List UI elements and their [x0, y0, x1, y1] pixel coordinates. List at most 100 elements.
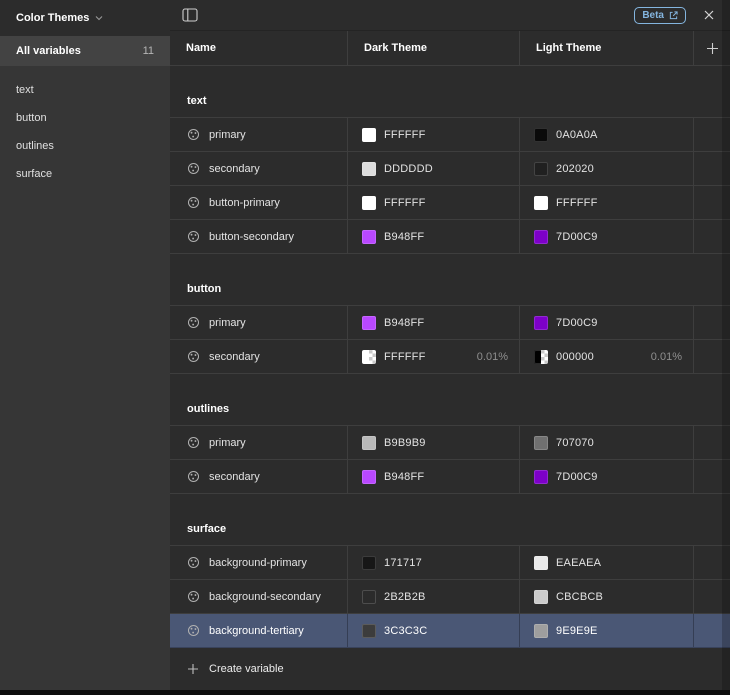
hex-value: B948FF — [384, 316, 425, 329]
color-swatch[interactable] — [534, 555, 548, 570]
color-swatch[interactable] — [362, 469, 376, 484]
color-swatch[interactable] — [362, 555, 376, 570]
light-theme-cell[interactable]: FFFFFF — [519, 186, 693, 219]
variable-name: secondary — [209, 350, 260, 363]
dark-theme-cell[interactable]: FFFFFF — [347, 118, 519, 151]
variable-name-cell[interactable]: secondary — [170, 340, 347, 373]
color-swatch[interactable] — [362, 315, 376, 330]
dark-theme-cell[interactable]: 171717 — [347, 546, 519, 579]
beta-badge[interactable]: Beta — [634, 6, 686, 24]
color-swatch[interactable] — [534, 229, 548, 244]
light-theme-cell[interactable]: EAEAEA — [519, 546, 693, 579]
column-header-dark-theme[interactable]: Dark Theme — [347, 31, 519, 65]
variable-name-cell[interactable]: secondary — [170, 460, 347, 493]
color-variable-icon — [187, 470, 200, 483]
toggle-sidebar-button[interactable] — [179, 4, 201, 26]
section-header-button: button — [170, 254, 730, 306]
variable-name-cell[interactable]: primary — [170, 426, 347, 459]
sidebar-item-button[interactable]: button — [0, 104, 170, 132]
close-icon[interactable] — [698, 4, 720, 26]
color-swatch[interactable] — [362, 195, 376, 210]
dark-theme-cell[interactable]: B9B9B9 — [347, 426, 519, 459]
light-theme-cell[interactable]: 7D00C9 — [519, 460, 693, 493]
dark-theme-cell[interactable]: 2B2B2B — [347, 580, 519, 613]
table-row[interactable]: primary B9B9B9 707070 — [170, 426, 730, 460]
dark-theme-cell[interactable]: FFFFFF — [347, 186, 519, 219]
color-swatch[interactable] — [534, 315, 548, 330]
color-swatch[interactable] — [534, 349, 548, 364]
color-swatch[interactable] — [534, 195, 548, 210]
color-swatch[interactable] — [362, 435, 376, 450]
variable-name-cell[interactable]: primary — [170, 118, 347, 151]
variable-name-cell[interactable]: button-secondary — [170, 220, 347, 253]
sidebar-item-outlines[interactable]: outlines — [0, 132, 170, 160]
light-theme-cell[interactable]: CBCBCB — [519, 580, 693, 613]
hex-value: B948FF — [384, 470, 425, 483]
variable-name-cell[interactable]: background-tertiary — [170, 614, 347, 647]
light-theme-cell[interactable]: 9E9E9E — [519, 614, 693, 647]
dark-theme-cell[interactable]: B948FF — [347, 306, 519, 339]
add-mode-button[interactable] — [693, 31, 730, 65]
variable-name-cell[interactable]: background-primary — [170, 546, 347, 579]
variable-name: background-tertiary — [209, 624, 304, 637]
table-row[interactable]: button-secondary B948FF 7D00C9 — [170, 220, 730, 254]
collection-selector[interactable]: Color Themes — [0, 0, 170, 36]
dark-theme-cell[interactable]: DDDDDD — [347, 152, 519, 185]
table-row[interactable]: background-primary 171717 EAEAEA — [170, 546, 730, 580]
dark-theme-cell[interactable]: FFFFFF 0.01% — [347, 340, 519, 373]
color-swatch[interactable] — [362, 623, 376, 638]
color-swatch[interactable] — [534, 469, 548, 484]
dark-theme-cell[interactable]: B948FF — [347, 460, 519, 493]
light-theme-cell[interactable]: 000000 0.01% — [519, 340, 693, 373]
color-swatch[interactable] — [534, 623, 548, 638]
light-theme-cell[interactable]: 707070 — [519, 426, 693, 459]
table-row[interactable]: button-primary FFFFFF FFFFFF — [170, 186, 730, 220]
sidebar-item-surface[interactable]: surface — [0, 160, 170, 188]
dark-theme-cell[interactable]: 3C3C3C — [347, 614, 519, 647]
color-swatch[interactable] — [362, 161, 376, 176]
light-theme-cell[interactable]: 0A0A0A — [519, 118, 693, 151]
color-swatch[interactable] — [362, 127, 376, 142]
color-swatch[interactable] — [362, 589, 376, 604]
color-variable-icon — [187, 316, 200, 329]
plus-icon — [187, 663, 199, 675]
variable-name: primary — [209, 436, 246, 449]
column-header-light-theme[interactable]: Light Theme — [519, 31, 693, 65]
variable-name: button-primary — [209, 196, 280, 209]
color-swatch[interactable] — [534, 589, 548, 604]
table-row[interactable]: secondary FFFFFF 0.01% 000000 0.01% — [170, 340, 730, 374]
dark-theme-cell[interactable]: B948FF — [347, 220, 519, 253]
variable-name-cell[interactable]: button-primary — [170, 186, 347, 219]
color-swatch[interactable] — [534, 435, 548, 450]
table-row[interactable]: background-secondary 2B2B2B CBCBCB — [170, 580, 730, 614]
row-add-cell — [693, 152, 730, 185]
hex-value: 0A0A0A — [556, 128, 598, 141]
create-variable-button[interactable]: Create variable — [170, 648, 730, 690]
table-row[interactable]: secondary DDDDDD 202020 — [170, 152, 730, 186]
row-add-cell — [693, 118, 730, 151]
color-swatch[interactable] — [534, 127, 548, 142]
sidebar-item-all-variables[interactable]: All variables 11 — [0, 36, 170, 66]
light-theme-cell[interactable]: 202020 — [519, 152, 693, 185]
variable-name-cell[interactable]: background-secondary — [170, 580, 347, 613]
variable-name: secondary — [209, 470, 260, 483]
color-swatch[interactable] — [362, 349, 376, 364]
table-row[interactable]: primary FFFFFF 0A0A0A — [170, 118, 730, 152]
light-theme-cell[interactable]: 7D00C9 — [519, 306, 693, 339]
table-row[interactable]: primary B948FF 7D00C9 — [170, 306, 730, 340]
variable-count-badge: 11 — [142, 45, 154, 57]
color-swatch[interactable] — [362, 229, 376, 244]
color-swatch[interactable] — [534, 161, 548, 176]
variable-name-cell[interactable]: secondary — [170, 152, 347, 185]
color-variable-icon — [187, 196, 200, 209]
create-variable-label: Create variable — [209, 663, 284, 675]
variable-name: background-primary — [209, 556, 307, 569]
variable-name-cell[interactable]: primary — [170, 306, 347, 339]
hex-value: B9B9B9 — [384, 436, 426, 449]
light-theme-cell[interactable]: 7D00C9 — [519, 220, 693, 253]
chevron-down-icon — [95, 14, 103, 22]
table-row[interactable]: background-tertiary 3C3C3C 9E9E9E — [170, 614, 730, 648]
sidebar-item-text[interactable]: text — [0, 76, 170, 104]
row-add-cell — [693, 460, 730, 493]
table-row[interactable]: secondary B948FF 7D00C9 — [170, 460, 730, 494]
